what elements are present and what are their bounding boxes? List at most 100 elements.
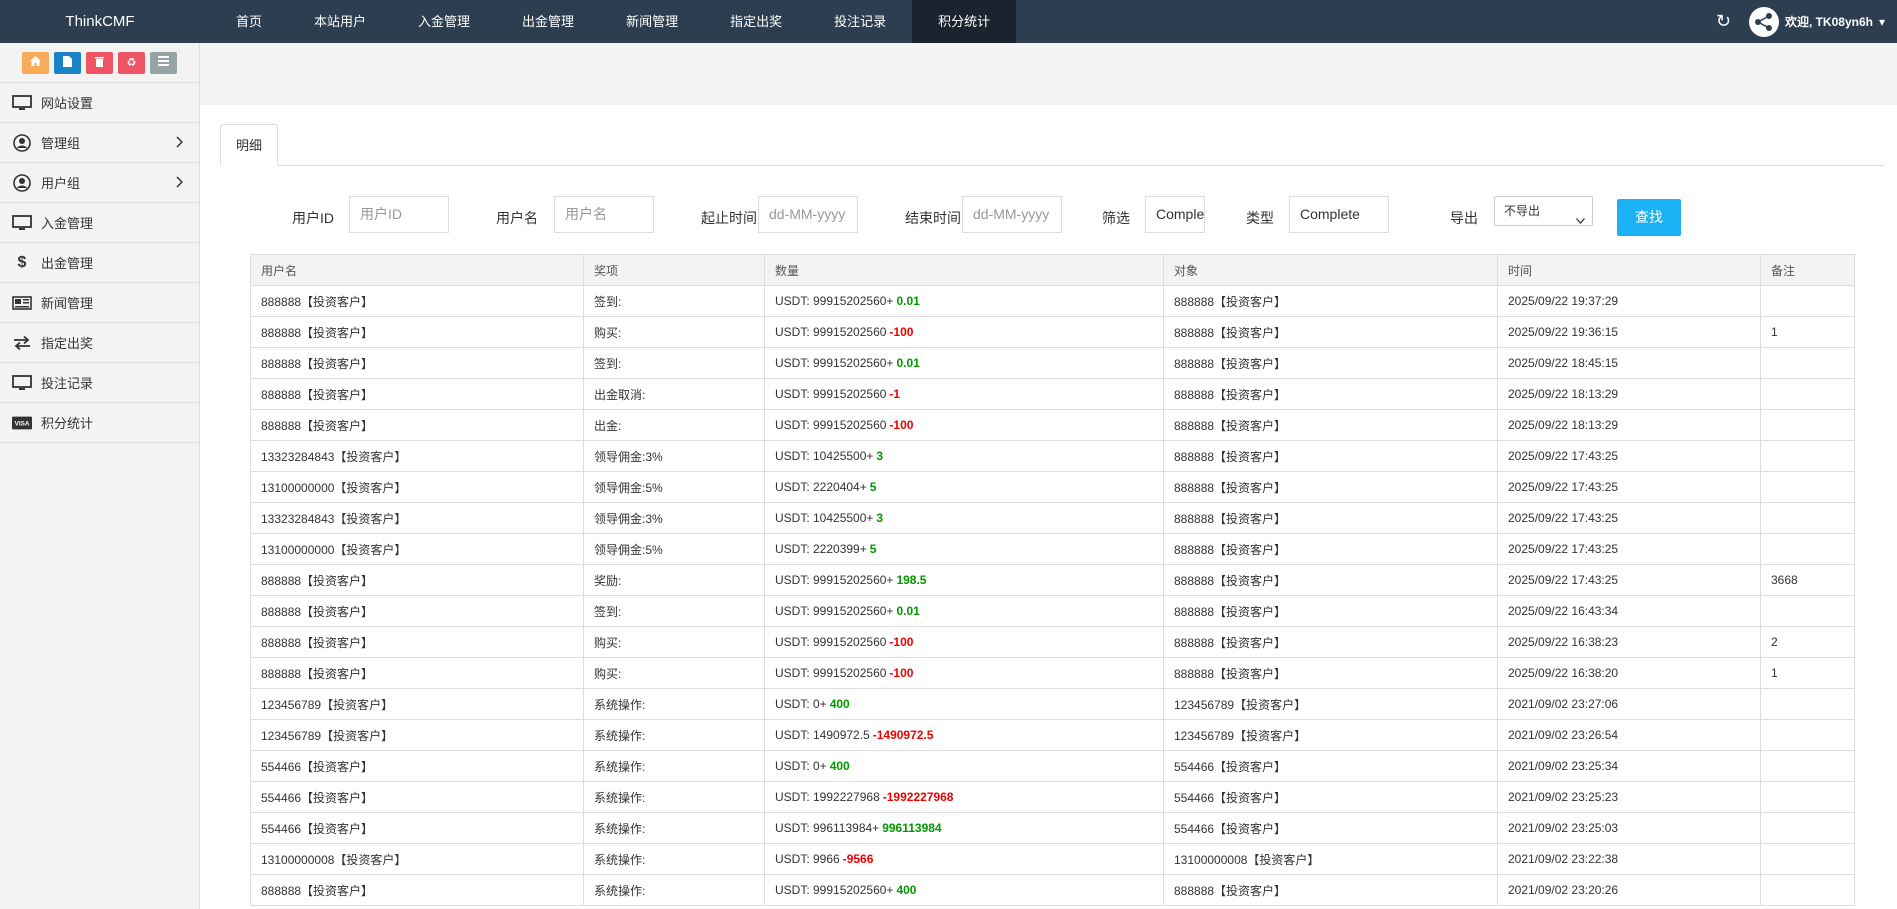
sidebar-item-1[interactable]: 管理组 <box>0 123 199 163</box>
amount-delta: -1490972.5 <box>872 728 934 742</box>
cell-time: 2025/09/22 18:13:29 <box>1497 409 1761 441</box>
amount-balance: USDT: 996113984+ <box>775 821 880 835</box>
nav-item-2[interactable]: 入金管理 <box>392 0 496 43</box>
cell-username: 888888【投资客户】 <box>250 378 584 410</box>
nav-item-1[interactable]: 本站用户 <box>288 0 392 43</box>
nav-item-3[interactable]: 出金管理 <box>496 0 600 43</box>
amount-balance: USDT: 10425500+ <box>775 449 874 463</box>
amount-delta: -100 <box>889 325 914 339</box>
cell-award: 领导佣金:5% <box>583 471 765 503</box>
cell-amount: USDT: 1490972.5 -1490972.5 <box>764 719 1164 751</box>
cell-award: 系统操作: <box>583 843 765 875</box>
cell-note <box>1760 378 1855 410</box>
cell-amount: USDT: 10425500+ 3 <box>764 502 1164 534</box>
table-row: 888888【投资客户】 购买: USDT: 99915202560 -100 8888… <box>250 316 1855 348</box>
export-select[interactable]: 不导出 <box>1494 196 1593 226</box>
cell-target: 888888【投资客户】 <box>1163 502 1498 534</box>
brand-logo[interactable]: ThinkCMF <box>0 13 200 30</box>
cell-amount: USDT: 99915202560+ 0.01 <box>764 347 1164 379</box>
list-button[interactable] <box>150 51 177 74</box>
username-input[interactable]: 用户名 <box>554 196 654 233</box>
cell-username: 554466【投资客户】 <box>250 781 584 813</box>
nav-item-0[interactable]: 首页 <box>210 0 288 43</box>
cell-amount: USDT: 0+ 400 <box>764 688 1164 720</box>
sidebar-item-5[interactable]: 新闻管理 <box>0 283 199 323</box>
cell-award: 出金: <box>583 409 765 441</box>
end-time-label: 结束时间 <box>905 210 961 226</box>
filter-input[interactable]: Comple <box>1145 196 1205 233</box>
sidebar-item-4[interactable]: $ 出金管理 <box>0 243 199 283</box>
cell-note <box>1760 750 1855 782</box>
cell-award: 系统操作: <box>583 874 765 906</box>
amount-delta: -100 <box>889 666 914 680</box>
amount-balance: USDT: 0+ <box>775 697 827 711</box>
export-label: 导出 <box>1450 210 1478 226</box>
recycle-button[interactable]: ♻ <box>118 51 145 74</box>
cell-amount: USDT: 99915202560+ 0.01 <box>764 595 1164 627</box>
sidebar-item-3[interactable]: 入金管理 <box>0 203 199 243</box>
cell-note <box>1760 347 1855 379</box>
sidebar-item-0[interactable]: 网站设置 <box>0 83 199 123</box>
cell-username: 888888【投资客户】 <box>250 285 584 317</box>
chevron-down-icon <box>1576 206 1585 234</box>
amount-delta: 400 <box>829 759 850 773</box>
table-body: 888888【投资客户】 签到: USDT: 99915202560+ 0.01 888… <box>250 285 1855 906</box>
nav-item-4[interactable]: 新闻管理 <box>600 0 704 43</box>
end-time-input[interactable]: dd-MM-yyyy <box>962 196 1062 233</box>
cell-username: 13323284843【投资客户】 <box>250 440 584 472</box>
col-header-time: 时间 <box>1497 254 1761 286</box>
cell-target: 554466【投资客户】 <box>1163 750 1498 782</box>
share-icon <box>1754 12 1772 31</box>
cell-amount: USDT: 99915202560 -100 <box>764 657 1164 689</box>
sidebar: ♻ 网站设置 管理组用户组入金管理 $ 出金管理新闻管理指定出奖 投注记录 VISA 积分统… <box>0 43 200 909</box>
sidebar-item-7[interactable]: 投注记录 <box>0 363 199 403</box>
cell-time: 2021/09/02 23:26:54 <box>1497 719 1761 751</box>
search-button[interactable]: 查找 <box>1617 199 1681 236</box>
cell-time: 2021/09/02 23:25:23 <box>1497 781 1761 813</box>
home-button[interactable] <box>22 51 49 74</box>
nav-item-5[interactable]: 指定出奖 <box>704 0 808 43</box>
cell-target: 888888【投资客户】 <box>1163 874 1498 906</box>
cell-note <box>1760 719 1855 751</box>
user-id-input[interactable]: 用户ID <box>349 196 449 233</box>
nav-item-6[interactable]: 投注记录 <box>808 0 912 43</box>
amount-delta: 400 <box>829 697 850 711</box>
cell-award: 系统操作: <box>583 719 765 751</box>
start-time-input[interactable]: dd-MM-yyyy <box>758 196 858 233</box>
cell-award: 签到: <box>583 285 765 317</box>
cell-target: 13100000008【投资客户】 <box>1163 843 1498 875</box>
cell-time: 2025/09/22 16:38:23 <box>1497 626 1761 658</box>
cell-award: 购买: <box>583 626 765 658</box>
sidebar-item-2[interactable]: 用户组 <box>0 163 199 203</box>
cell-time: 2021/09/02 23:25:03 <box>1497 812 1761 844</box>
amount-delta: 0.01 <box>896 604 920 618</box>
trash-button[interactable] <box>86 51 113 74</box>
tab-detail[interactable]: 明细 <box>220 124 279 166</box>
sidebar-item-label: 用户组 <box>41 176 81 191</box>
refresh-icon[interactable]: ↻ <box>1716 11 1731 32</box>
document-button[interactable] <box>54 51 81 74</box>
cell-award: 领导佣金:5% <box>583 533 765 565</box>
type-input[interactable]: Complete <box>1289 196 1389 233</box>
cell-time: 2025/09/22 19:36:15 <box>1497 316 1761 348</box>
amount-delta: 5 <box>869 542 877 556</box>
sidebar-item-8[interactable]: VISA 积分统计 <box>0 403 199 443</box>
sidebar-item-label: 新闻管理 <box>41 296 94 311</box>
user-menu[interactable]: 欢迎, TK08yn6h ▾ <box>1748 6 1885 37</box>
cell-award: 购买: <box>583 316 765 348</box>
amount-balance: USDT: 99915202560 <box>775 418 887 432</box>
amount-delta: -100 <box>889 418 914 432</box>
sidebar-item-6[interactable]: 指定出奖 <box>0 323 199 363</box>
col-header-note: 备注 <box>1760 254 1855 286</box>
user-id-label: 用户ID <box>292 210 334 226</box>
table-row: 13323284843【投资客户】 领导佣金:3% USDT: 10425500+ 3… <box>250 440 1855 472</box>
cell-username: 888888【投资客户】 <box>250 657 584 689</box>
nav-item-7[interactable]: 积分统计 <box>912 0 1017 43</box>
export-select-value: 不导出 <box>1504 204 1541 218</box>
amount-balance: USDT: 99915202560+ <box>775 573 894 587</box>
table-row: 13100000008【投资客户】 系统操作: USDT: 9966 -9566 131… <box>250 843 1855 875</box>
amount-balance: USDT: 10425500+ <box>775 511 874 525</box>
username-label: 用户名 <box>496 210 538 226</box>
cell-username: 888888【投资客户】 <box>250 347 584 379</box>
cell-username: 888888【投资客户】 <box>250 595 584 627</box>
